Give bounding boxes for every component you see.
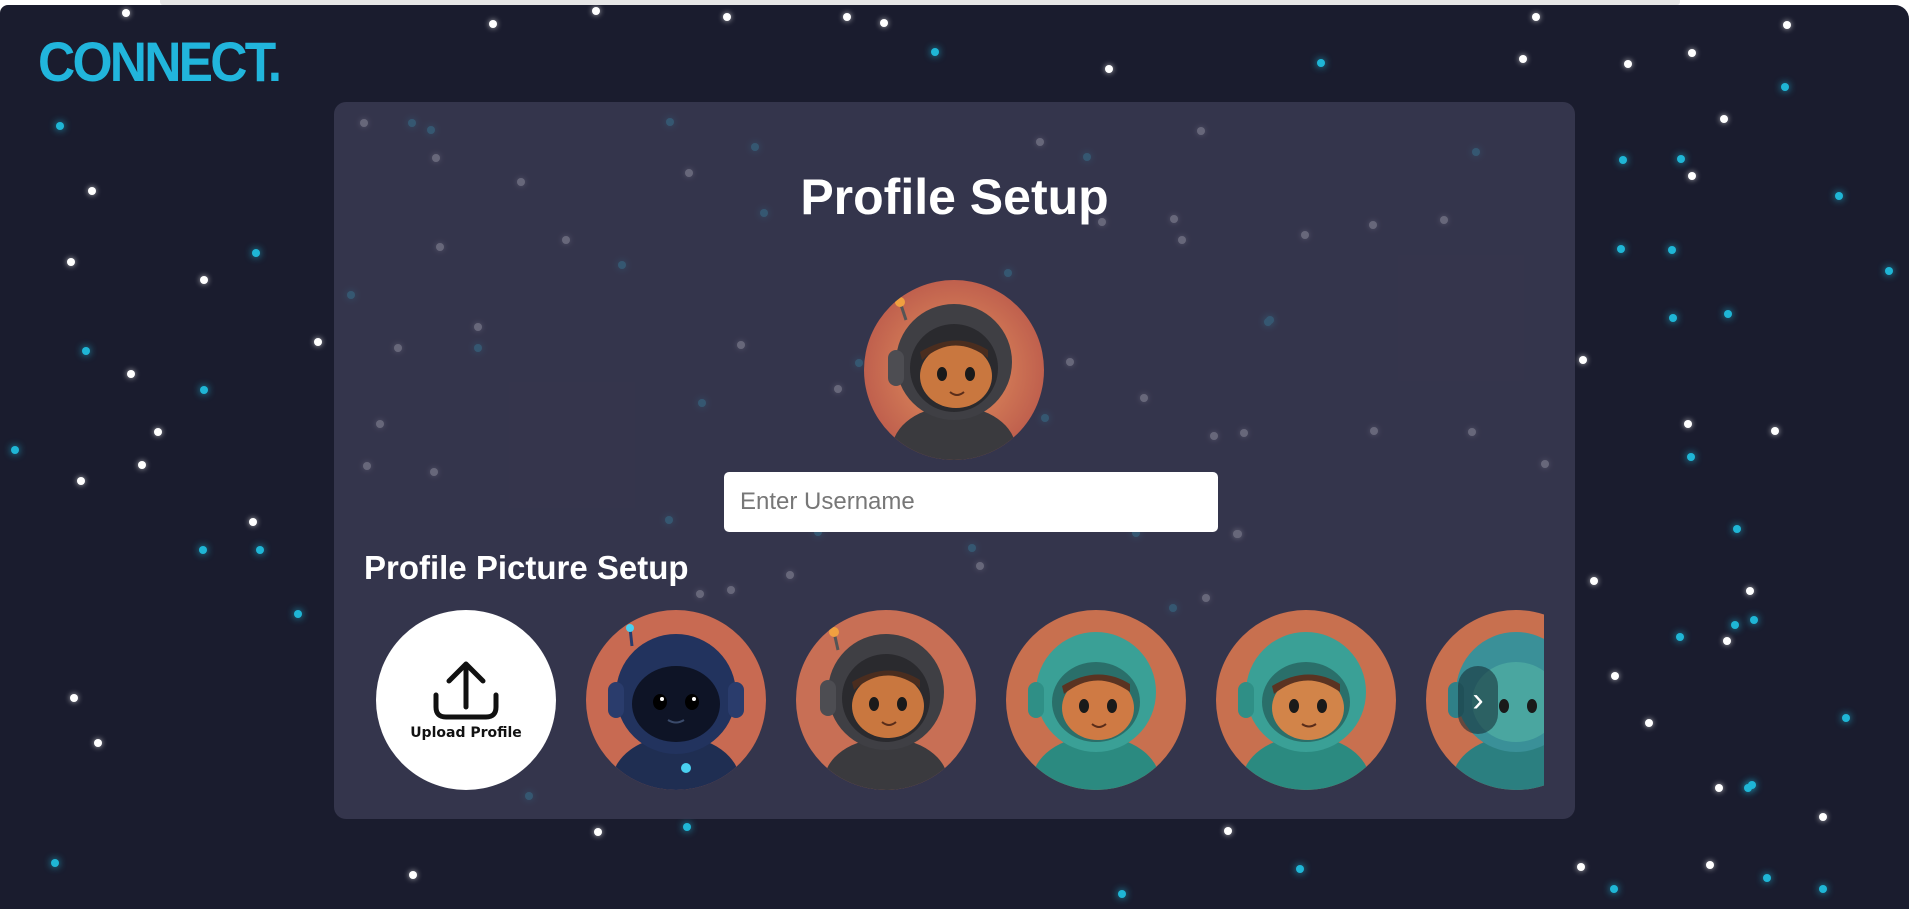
upload-profile-label: Upload Profile — [410, 725, 522, 741]
white-star — [1577, 863, 1585, 871]
white-star — [880, 19, 888, 27]
white-star — [1105, 65, 1113, 73]
white-star — [94, 739, 102, 747]
cyan-star — [1619, 156, 1627, 164]
cyan-star — [1677, 155, 1685, 163]
white-star — [249, 518, 257, 526]
chevron-right-icon: › — [1472, 680, 1484, 719]
white-star — [1532, 13, 1540, 21]
astronaut-avatar-icon — [864, 280, 1044, 460]
avatar-option-3[interactable] — [1006, 610, 1186, 790]
cyan-star — [11, 446, 19, 454]
white-star — [1771, 427, 1779, 435]
astronaut-teal-icon — [1006, 610, 1186, 790]
white-star — [77, 477, 85, 485]
avatar-option-4[interactable] — [1216, 610, 1396, 790]
white-star — [1706, 861, 1714, 869]
white-star — [1688, 49, 1696, 57]
white-star — [1715, 784, 1723, 792]
cyan-star — [1317, 59, 1325, 67]
white-star — [200, 276, 208, 284]
cyan-star — [1835, 192, 1843, 200]
profile-setup-card: Profile Setup Enter Username Profile Pic… — [334, 102, 1575, 819]
white-star — [1645, 719, 1653, 727]
white-star — [1723, 637, 1731, 645]
white-star — [122, 9, 130, 17]
cyan-star — [1731, 621, 1739, 629]
white-star — [409, 871, 417, 879]
cyan-star — [1617, 245, 1625, 253]
white-star — [67, 258, 75, 266]
cyan-star — [1118, 890, 1126, 898]
cyan-star — [1885, 267, 1893, 275]
white-star — [1590, 577, 1598, 585]
app-background: CONNECT. Profile Setup Enter Username Pr… — [0, 5, 1909, 909]
carousel-next-button[interactable]: › — [1458, 666, 1498, 734]
white-star — [1684, 420, 1692, 428]
cyan-star — [256, 546, 264, 554]
page-title: Profile Setup — [800, 169, 1109, 225]
cyan-star — [1687, 453, 1695, 461]
white-star — [1819, 813, 1827, 821]
cyan-star — [82, 347, 90, 355]
white-star — [127, 370, 135, 378]
avatar-option-1[interactable] — [586, 610, 766, 790]
white-star — [1224, 827, 1232, 835]
cyan-star — [1744, 784, 1752, 792]
white-star — [88, 187, 96, 195]
cyan-star — [1676, 633, 1684, 641]
white-star — [592, 7, 600, 15]
white-star — [1720, 115, 1728, 123]
cyan-star — [252, 249, 260, 257]
cyan-star — [51, 859, 59, 867]
white-star — [489, 20, 497, 28]
white-star — [1783, 21, 1791, 29]
cyan-star — [1669, 314, 1677, 322]
white-star — [1624, 60, 1632, 68]
astronaut-blue-icon — [586, 610, 766, 790]
astronaut-black-icon — [796, 610, 976, 790]
white-star — [1519, 55, 1527, 63]
white-star — [723, 13, 731, 21]
avatar-carousel: Upload Profile › — [376, 610, 1544, 794]
username-input[interactable] — [724, 472, 1218, 532]
white-star — [314, 338, 322, 346]
cyan-star — [56, 122, 64, 130]
cyan-star — [1724, 310, 1732, 318]
cyan-star — [1733, 525, 1741, 533]
cyan-star — [294, 610, 302, 618]
cyan-star — [1819, 885, 1827, 893]
upload-profile-button[interactable]: Upload Profile — [376, 610, 556, 790]
cyan-star — [683, 823, 691, 831]
selected-avatar — [864, 280, 1044, 460]
white-star — [1611, 672, 1619, 680]
cyan-star — [1296, 865, 1304, 873]
white-star — [70, 694, 78, 702]
white-star — [138, 461, 146, 469]
cyan-star — [1750, 616, 1758, 624]
white-star — [154, 428, 162, 436]
astronaut-teal-2-icon — [1216, 610, 1396, 790]
white-star — [1579, 356, 1587, 364]
app-logo[interactable]: CONNECT. — [38, 29, 282, 94]
cyan-star — [200, 386, 208, 394]
cyan-star — [931, 48, 939, 56]
cyan-star — [1668, 246, 1676, 254]
white-star — [843, 13, 851, 21]
cyan-star — [1781, 83, 1789, 91]
cyan-star — [1842, 714, 1850, 722]
white-star — [1746, 587, 1754, 595]
upload-icon — [433, 661, 499, 720]
white-star — [1688, 172, 1696, 180]
white-star — [594, 828, 602, 836]
cyan-star — [199, 546, 207, 554]
cyan-star — [1610, 885, 1618, 893]
profile-picture-heading: Profile Picture Setup — [364, 549, 689, 586]
cyan-star — [1763, 874, 1771, 882]
avatar-option-2[interactable] — [796, 610, 976, 790]
